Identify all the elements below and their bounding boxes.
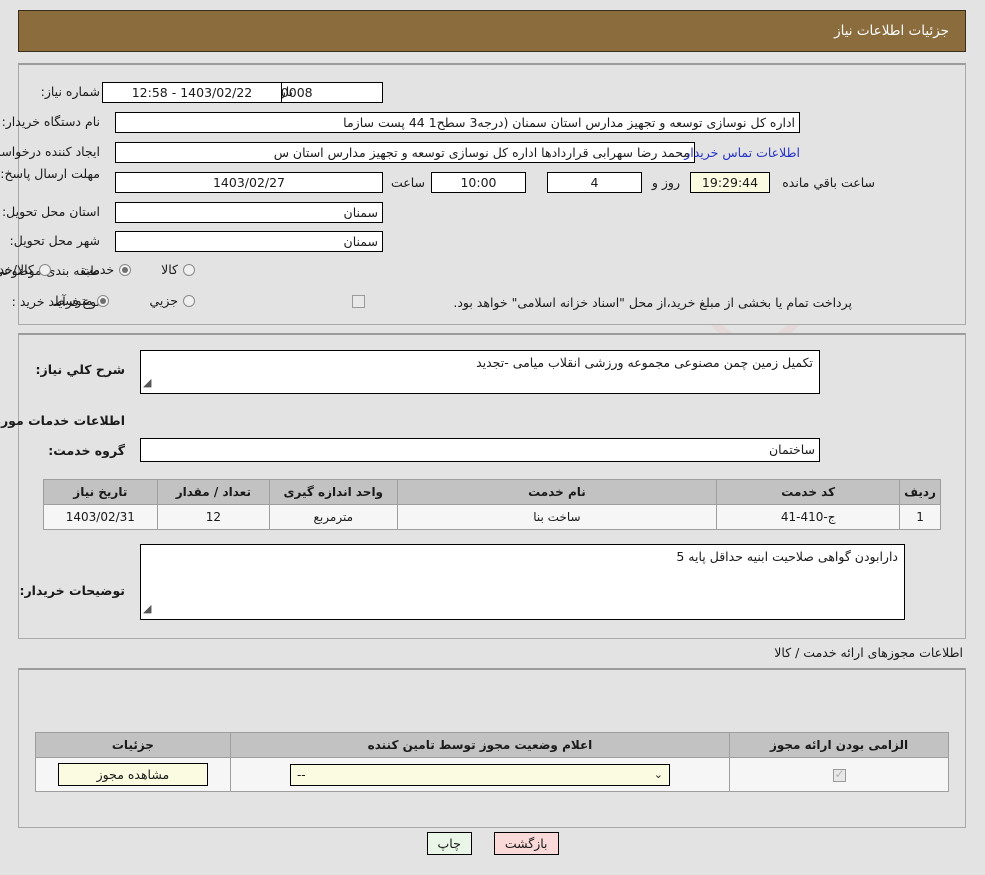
view-permit-button[interactable]: مشاهده مجوز <box>57 763 208 786</box>
services-info-title: اطلاعات خدمات مورد نیاز <box>0 413 125 428</box>
process-option-label: جزیي <box>149 293 178 308</box>
category-option-label: کالا <box>161 262 178 277</box>
creator-label-wrap: ایجاد کننده درخواست: <box>0 144 100 159</box>
buyer-notes-value: دارابودن گواهی صلاحیت ابنیه حداقل پایه 5 <box>676 549 898 564</box>
process-radio-group[interactable]: جزیي متوسط <box>53 293 195 308</box>
permit-required-checkbox <box>832 767 846 782</box>
cell-service-code: ج-410-41 <box>716 504 901 530</box>
print-button[interactable]: چاپ <box>426 832 472 855</box>
deadline-date-field[interactable]: 1403/02/27 <box>115 172 383 193</box>
buyer-notes-textarea[interactable]: دارابودن گواهی صلاحیت ابنیه حداقل پایه 5… <box>140 544 905 620</box>
table-row: ⌄ -- مشاهده مجوز <box>35 757 949 792</box>
col-radif: ردیف <box>899 479 941 505</box>
resize-grip-icon[interactable]: ◢ <box>143 374 151 392</box>
table-row: 1 ج-410-41 ساخت بنا مترمربع 12 1403/02/3… <box>43 504 941 530</box>
category-radio-group[interactable]: کالا خدمت کالا/خدمت <box>0 262 195 277</box>
col-unit: واحد اندازه گیری <box>269 479 398 505</box>
hour-label: ساعت <box>390 175 425 190</box>
category-option-label: خدمت <box>80 262 115 277</box>
cell-need-date: 1403/02/31 <box>43 504 158 530</box>
cell-radif: 1 <box>899 504 941 530</box>
col-permit-required: الزامی بودن ارائه مجوز <box>729 732 949 758</box>
table-header-row: ردیف کد خدمت نام خدمت واحد اندازه گیری ت… <box>43 479 941 505</box>
footer-actions: بازگشت چاپ <box>0 832 985 855</box>
col-service-name: نام خدمت <box>396 479 718 505</box>
city-field[interactable]: سمنان <box>115 231 383 252</box>
radio-icon[interactable] <box>183 263 195 276</box>
treasury-note: پرداخت تمام یا بخشی از مبلغ خرید،از محل … <box>453 295 852 310</box>
buyer-org-label-wrap: نام دستگاه خریدار: <box>2 114 100 129</box>
back-button[interactable]: بازگشت <box>493 832 559 855</box>
process-radio-motavaset[interactable]: متوسط <box>53 293 110 308</box>
category-radio-kala-khedmat[interactable]: کالا/خدمت <box>0 262 51 277</box>
col-need-date: تاریخ نیاز <box>43 479 158 505</box>
countdown-label: ساعت باقي مانده <box>782 175 875 190</box>
days-remaining-field[interactable]: 4 <box>547 172 642 193</box>
cell-service-name: ساخت بنا <box>396 504 718 530</box>
process-option-label: متوسط <box>53 293 93 308</box>
need-number-label: شماره نیاز: <box>40 84 100 99</box>
deadline-hour-field[interactable]: 10:00 <box>431 172 526 193</box>
city-label-wrap: شهر محل تحویل: <box>10 233 100 248</box>
services-table-body: 1 ج-410-41 ساخت بنا مترمربع 12 1403/02/3… <box>43 504 941 530</box>
service-group-label: گروه خدمت: <box>48 443 125 458</box>
col-service-code: کد خدمت <box>716 479 901 505</box>
cell-quantity: 12 <box>156 504 271 530</box>
cell-permit-status: ⌄ -- <box>229 757 731 792</box>
service-code-text: ج-410-41 <box>780 510 836 524</box>
category-radio-kala[interactable]: کالا <box>161 262 195 277</box>
category-radio-khedmat[interactable]: خدمت <box>80 262 132 277</box>
cell-permit-details: مشاهده مجوز <box>35 757 231 792</box>
days-label: روز و <box>651 175 680 190</box>
col-permit-status: اعلام وضعیت مجوز توسط تامین کننده <box>229 732 731 758</box>
cell-unit: مترمربع <box>269 504 398 530</box>
service-group-field[interactable]: ساختمان <box>140 438 820 462</box>
deadline-label: مهلت ارسال پاسخ: تا تاریخ: <box>0 166 100 181</box>
radio-icon[interactable] <box>97 294 110 307</box>
city-label: شهر محل تحویل: <box>9 233 100 248</box>
need-number-label-wrap: شماره نیاز: <box>41 84 100 99</box>
permit-status-value: -- <box>296 767 306 782</box>
col-quantity: تعداد / مقدار <box>156 479 271 505</box>
province-label: استان محل تحویل: <box>1 204 100 219</box>
page-header: جزئیات اطلاعات نیاز <box>18 10 966 52</box>
permits-table-head: الزامی بودن ارائه مجوز اعلام وضعیت مجوز … <box>35 732 949 758</box>
radio-icon[interactable] <box>119 263 132 276</box>
category-option-label: کالا/خدمت <box>0 262 34 277</box>
creator-field[interactable]: محمد رضا سهرابی قراردادها اداره کل نوساز… <box>115 142 695 163</box>
creator-label: ایجاد کننده درخواست: <box>0 144 100 159</box>
resize-grip-icon[interactable]: ◢ <box>143 600 151 618</box>
province-label-wrap: استان محل تحویل: <box>2 204 100 219</box>
services-table-head: ردیف کد خدمت نام خدمت واحد اندازه گیری ت… <box>43 479 941 505</box>
deadline-label-wrap: مهلت ارسال پاسخ: تا تاریخ: <box>0 166 100 182</box>
cell-permit-required <box>729 757 949 792</box>
process-radio-jozei[interactable]: جزیي <box>149 293 195 308</box>
need-desc-label: شرح کلي نیاز: <box>35 362 125 377</box>
radio-icon[interactable] <box>38 263 51 276</box>
need-desc-textarea[interactable]: تکمیل زمین چمن مصنوعی مجموعه ورزشی انقلا… <box>140 350 820 394</box>
services-table: ردیف کد خدمت نام خدمت واحد اندازه گیری ت… <box>43 479 941 530</box>
need-desc-value: تکمیل زمین چمن مصنوعی مجموعه ورزشی انقلا… <box>476 355 813 370</box>
col-permit-details: جزئیات <box>35 732 231 758</box>
buyer-notes-label: توضیحات خریدار: <box>19 583 125 598</box>
need-date-text: 1403/02/31 <box>65 510 135 524</box>
chevron-down-icon: ⌄ <box>653 767 663 781</box>
announce-datetime-field[interactable]: 12:58 - 1403/02/22 <box>102 82 282 103</box>
permits-section-caption: اطلاعات مجوزهای ارائه خدمت / کالا <box>774 645 963 660</box>
buyer-contact-link[interactable]: اطلاعات تماس خریدار <box>684 145 800 160</box>
table-header-row: الزامی بودن ارائه مجوز اعلام وضعیت مجوز … <box>35 732 949 758</box>
page-title: جزئیات اطلاعات نیاز <box>834 23 949 39</box>
buyer-org-field[interactable]: اداره کل نوسازی توسعه و تجهیز مدارس استا… <box>115 112 800 133</box>
permits-table-body: ⌄ -- مشاهده مجوز <box>35 757 949 792</box>
buyer-org-label: نام دستگاه خریدار: <box>1 114 100 129</box>
province-field[interactable]: سمنان <box>115 202 383 223</box>
treasury-checkbox[interactable] <box>352 295 365 308</box>
permit-status-select[interactable]: ⌄ -- <box>289 763 670 786</box>
permits-table: الزامی بودن ارائه مجوز اعلام وضعیت مجوز … <box>35 732 949 792</box>
countdown-field: 19:29:44 <box>690 172 770 193</box>
radio-icon[interactable] <box>183 294 195 307</box>
